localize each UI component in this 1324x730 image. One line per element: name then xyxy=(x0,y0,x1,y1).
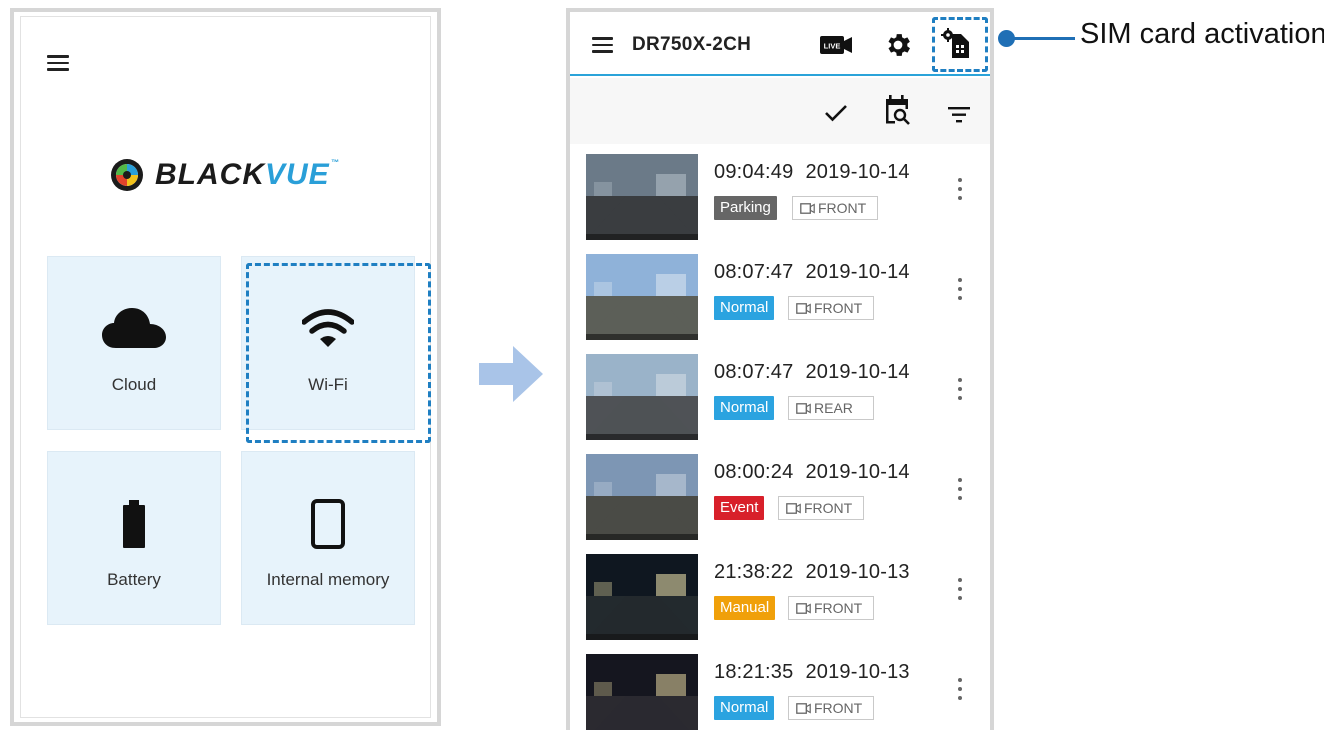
gear-icon[interactable] xyxy=(883,30,913,60)
record-toolbar xyxy=(570,78,990,144)
cloud-icon xyxy=(102,308,166,348)
phone-memory-icon xyxy=(311,499,345,549)
record-row[interactable]: 08:07:47 2019-10-14 Normal REAR xyxy=(570,348,990,448)
record-type-badge: Parking xyxy=(714,196,777,220)
callout-label: SIM card activation xyxy=(1080,18,1324,50)
callout-line xyxy=(1011,37,1075,40)
tile-cloud[interactable]: Cloud xyxy=(47,256,221,430)
camera-icon xyxy=(796,702,811,714)
camera-icon xyxy=(796,302,811,314)
tile-internal-memory-label: Internal memory xyxy=(266,570,390,589)
camera-icon xyxy=(800,202,815,214)
record-datetime: 08:07:47 2019-10-14 xyxy=(714,361,910,384)
record-time: 18:21:35 xyxy=(714,661,794,683)
more-options-icon[interactable] xyxy=(958,178,962,202)
check-icon[interactable] xyxy=(824,104,848,122)
more-options-icon[interactable] xyxy=(958,278,962,302)
blackvue-logo: BLACKVUE™ xyxy=(109,155,340,195)
camera-icon xyxy=(796,402,811,414)
top-app-bar: DR750X-2CH LIVE xyxy=(570,12,990,76)
live-label: LIVE xyxy=(824,42,841,51)
camera-label: FRONT xyxy=(814,600,863,616)
record-date: 2019-10-14 xyxy=(805,161,910,183)
camera-badge: FRONT xyxy=(778,496,864,520)
record-row[interactable]: 08:07:47 2019-10-14 Normal FRONT xyxy=(570,248,990,348)
menu-hamburger-icon[interactable] xyxy=(47,55,69,71)
camera-label: REAR xyxy=(814,400,853,416)
camera-badge: FRONT xyxy=(788,596,874,620)
tile-battery-label: Battery xyxy=(107,570,161,589)
more-options-icon[interactable] xyxy=(958,578,962,602)
video-thumbnail[interactable] xyxy=(586,354,698,440)
record-time: 08:00:24 xyxy=(714,461,794,483)
camera-badge: FRONT xyxy=(788,696,874,720)
record-datetime: 21:38:22 2019-10-13 xyxy=(714,561,910,584)
record-type-badge: Normal xyxy=(714,696,775,720)
video-thumbnail[interactable] xyxy=(586,154,698,240)
record-time: 08:07:47 xyxy=(714,361,794,383)
logo-wordmark: BLACKVUE™ xyxy=(155,158,340,191)
video-thumbnail[interactable] xyxy=(586,654,698,730)
camera-label: FRONT xyxy=(804,500,853,516)
left-phone-screen: BLACKVUE™ Cloud Wi-Fi Battery Internal m… xyxy=(10,8,441,726)
record-date: 2019-10-14 xyxy=(805,461,910,483)
camera-icon xyxy=(796,602,811,614)
wifi-highlight-box xyxy=(246,263,431,443)
tile-internal-memory[interactable]: Internal memory xyxy=(241,451,415,625)
battery-icon xyxy=(123,500,145,548)
more-options-icon[interactable] xyxy=(958,378,962,402)
device-title: DR750X-2CH xyxy=(632,34,752,55)
tile-cloud-label: Cloud xyxy=(111,375,157,394)
record-date: 2019-10-13 xyxy=(805,661,910,683)
video-thumbnail[interactable] xyxy=(586,554,698,640)
record-time: 08:07:47 xyxy=(714,261,794,283)
record-type-badge: Normal xyxy=(714,296,775,320)
calendar-search-icon[interactable] xyxy=(883,95,911,125)
menu-hamburger-icon[interactable] xyxy=(592,37,613,53)
camera-label: FRONT xyxy=(814,700,863,716)
record-type-badge: Event xyxy=(714,496,765,520)
record-type-badge: Manual xyxy=(714,596,776,620)
record-type-badge: Normal xyxy=(714,396,775,420)
record-time: 21:38:22 xyxy=(714,561,794,583)
record-row[interactable]: 18:21:35 2019-10-13 Normal FRONT xyxy=(570,648,990,730)
sim-highlight-box xyxy=(932,17,988,72)
record-date: 2019-10-14 xyxy=(805,261,910,283)
more-options-icon[interactable] xyxy=(958,678,962,702)
right-phone-screen: DR750X-2CH LIVE 09:04:49 2019-10-14 Park… xyxy=(566,8,994,730)
camera-label: FRONT xyxy=(818,200,867,216)
record-date: 2019-10-14 xyxy=(805,361,910,383)
record-date: 2019-10-13 xyxy=(805,561,910,583)
tile-battery[interactable]: Battery xyxy=(47,451,221,625)
blackvue-logo-icon xyxy=(111,159,143,191)
more-options-icon[interactable] xyxy=(958,478,962,502)
filter-icon[interactable] xyxy=(948,107,970,123)
transition-arrow-icon xyxy=(479,346,543,402)
record-row[interactable]: 09:04:49 2019-10-14 Parking FRONT xyxy=(570,148,990,248)
record-datetime: 09:04:49 2019-10-14 xyxy=(714,161,910,184)
camera-badge: REAR xyxy=(788,396,874,420)
camera-label: FRONT xyxy=(814,300,863,316)
record-datetime: 08:00:24 2019-10-14 xyxy=(714,461,910,484)
record-row[interactable]: 21:38:22 2019-10-13 Manual FRONT xyxy=(570,548,990,648)
record-datetime: 08:07:47 2019-10-14 xyxy=(714,261,910,284)
live-view-icon[interactable]: LIVE xyxy=(820,36,852,54)
video-thumbnail[interactable] xyxy=(586,254,698,340)
camera-badge: FRONT xyxy=(788,296,874,320)
camera-icon xyxy=(786,502,801,514)
record-row[interactable]: 08:00:24 2019-10-14 Event FRONT xyxy=(570,448,990,548)
record-datetime: 18:21:35 2019-10-13 xyxy=(714,661,910,684)
record-time: 09:04:49 xyxy=(714,161,794,183)
camera-badge: FRONT xyxy=(792,196,878,220)
video-thumbnail[interactable] xyxy=(586,454,698,540)
